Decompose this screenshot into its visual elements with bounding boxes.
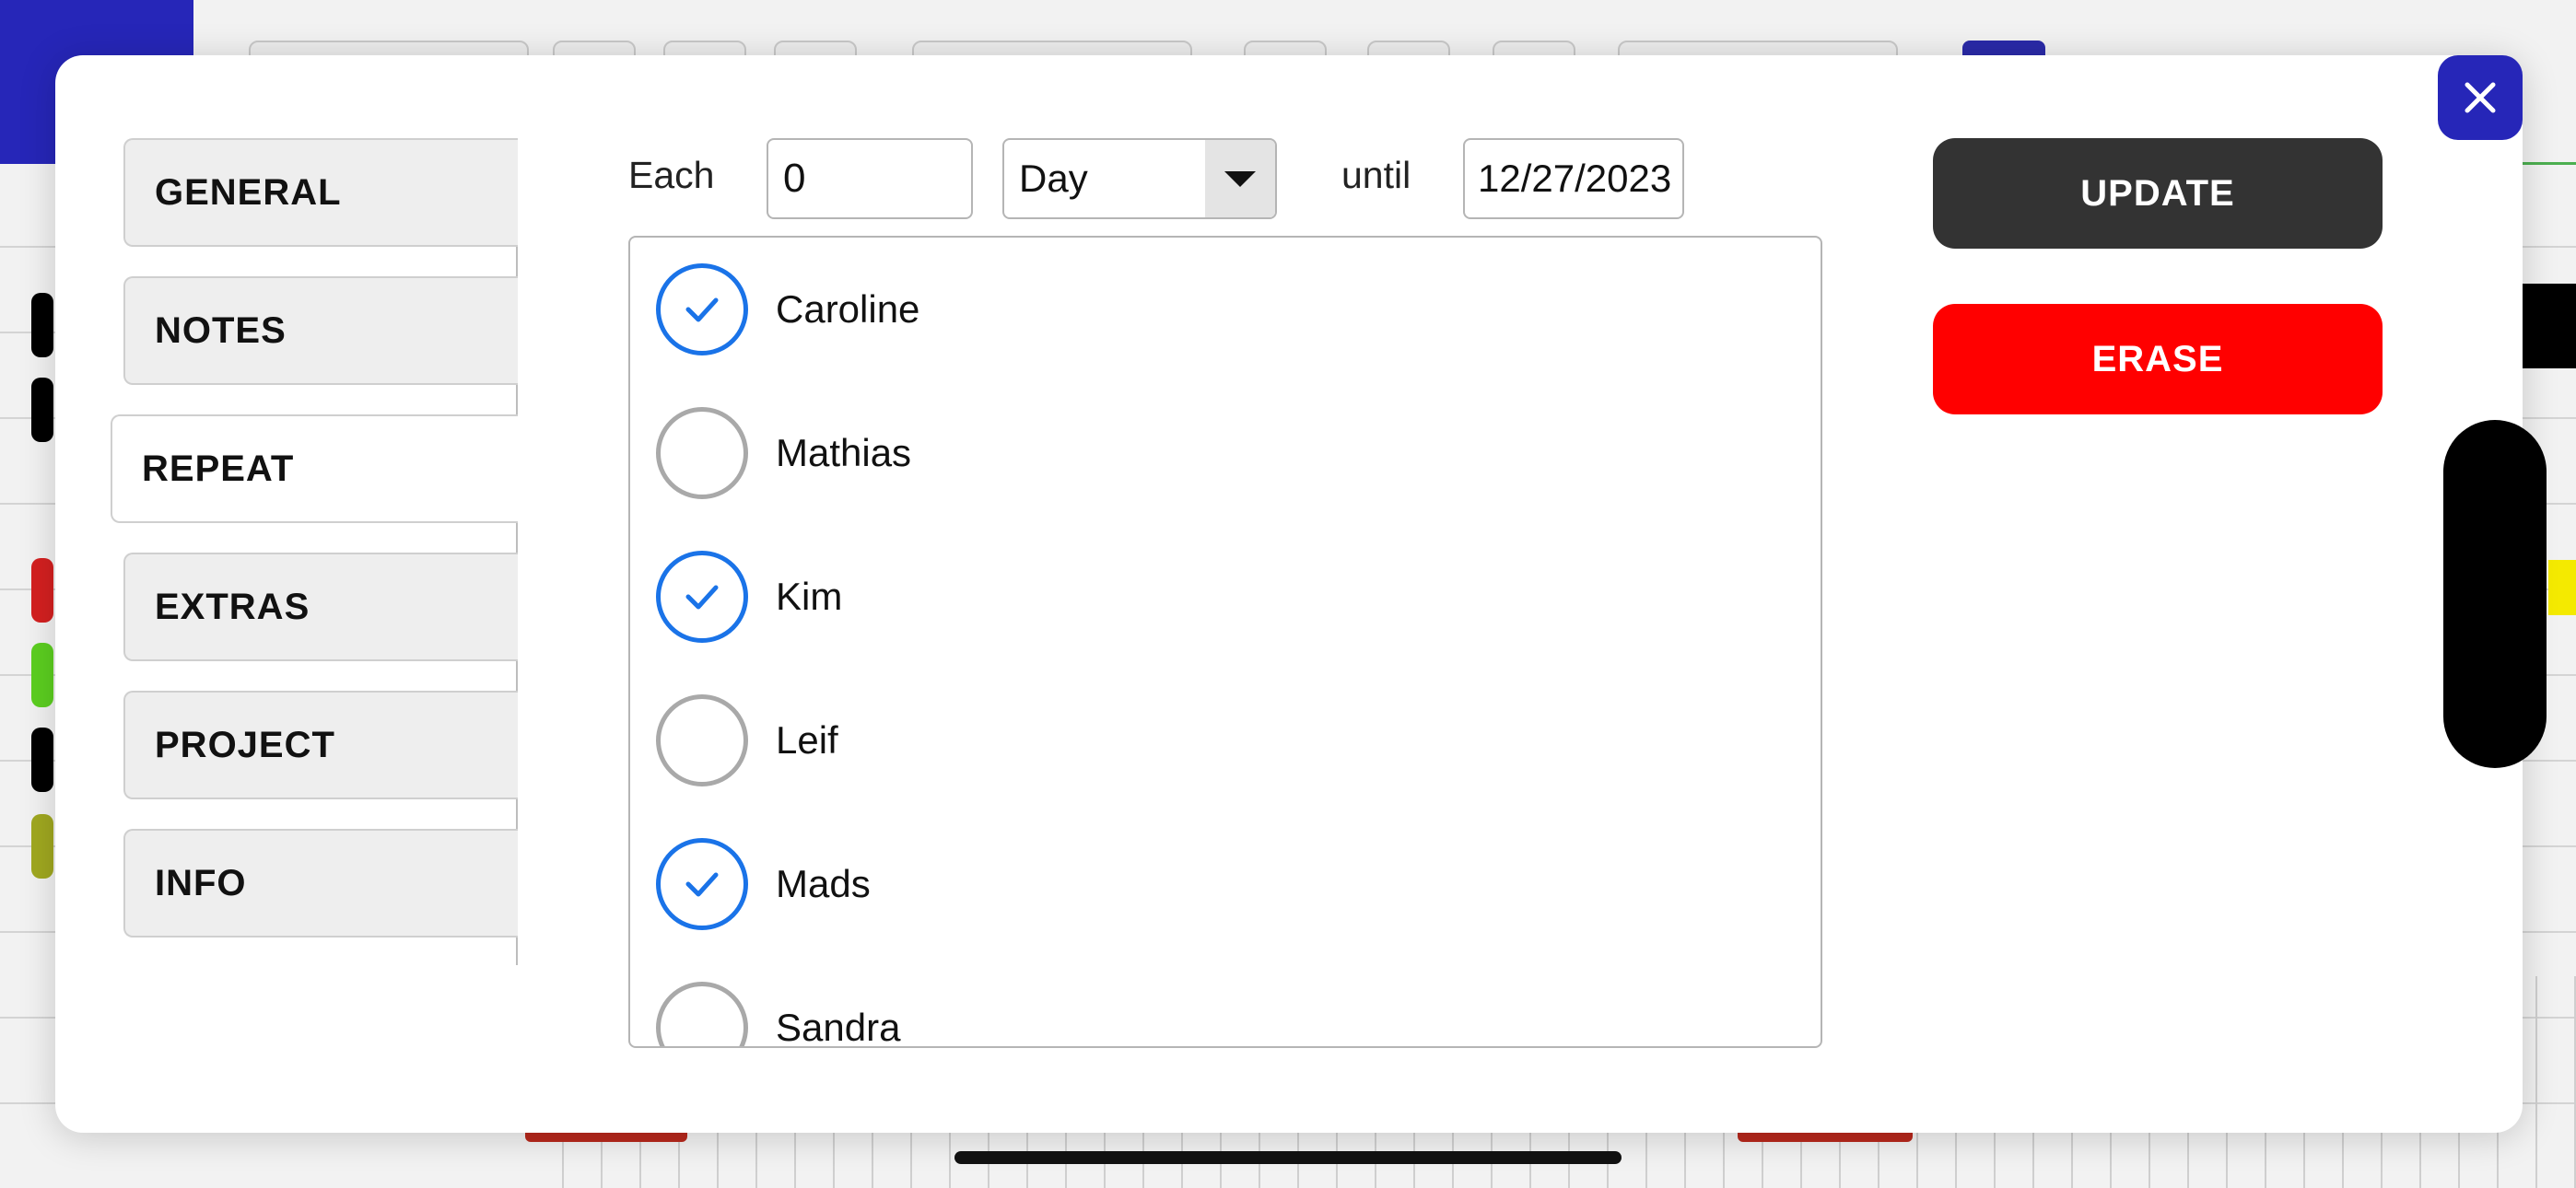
person-name: Mads bbox=[776, 862, 871, 905]
bg-divider bbox=[2521, 162, 2576, 165]
people-list[interactable]: Caroline Mathias Kim Leif Mads Sandra bbox=[628, 236, 1822, 1048]
chevron-down-icon bbox=[1205, 140, 1275, 217]
list-item[interactable]: Sandra bbox=[630, 956, 1821, 1048]
tab-label: NOTES bbox=[155, 309, 287, 351]
person-name: Leif bbox=[776, 718, 838, 762]
person-name: Mathias bbox=[776, 431, 912, 474]
person-name: Sandra bbox=[776, 1006, 901, 1048]
list-item[interactable]: Mads bbox=[630, 812, 1821, 956]
tab-info[interactable]: INFO bbox=[123, 829, 518, 938]
close-button[interactable] bbox=[2438, 55, 2523, 140]
bg-tag bbox=[31, 378, 53, 442]
side-handle[interactable] bbox=[2443, 420, 2547, 768]
bg-tag bbox=[31, 293, 53, 357]
tab-label: GENERAL bbox=[155, 171, 342, 213]
tab-notes[interactable]: NOTES bbox=[123, 276, 518, 385]
checkbox-unchecked[interactable] bbox=[656, 982, 748, 1046]
until-date-input[interactable]: 12/27/2023 bbox=[1463, 138, 1684, 219]
tab-label: INFO bbox=[155, 862, 247, 903]
bg-tag bbox=[31, 643, 53, 707]
bg-event-block bbox=[2548, 560, 2576, 615]
bg-event-block bbox=[2521, 284, 2576, 368]
bg-tag bbox=[31, 558, 53, 623]
until-date-value: 12/27/2023 bbox=[1478, 157, 1672, 200]
bg-tag bbox=[31, 728, 53, 792]
home-indicator[interactable] bbox=[954, 1151, 1622, 1164]
tab-project[interactable]: PROJECT bbox=[123, 691, 518, 799]
checkbox-checked[interactable] bbox=[656, 551, 748, 643]
update-button[interactable]: UPDATE bbox=[1933, 138, 2383, 249]
erase-label: ERASE bbox=[2091, 338, 2224, 379]
list-item[interactable]: Caroline bbox=[630, 238, 1821, 381]
interval-unit-value: Day bbox=[1019, 157, 1088, 200]
person-name: Caroline bbox=[776, 287, 920, 331]
check-icon bbox=[685, 872, 719, 897]
interval-unit-select[interactable]: Day bbox=[1002, 138, 1277, 219]
check-icon bbox=[685, 585, 719, 610]
repeat-dialog: GENERAL NOTES REPEAT EXTRAS PROJECT INFO… bbox=[55, 55, 2523, 1133]
checkbox-unchecked[interactable] bbox=[656, 694, 748, 786]
update-label: UPDATE bbox=[2080, 172, 2235, 214]
person-name: Kim bbox=[776, 575, 843, 618]
tab-label: EXTRAS bbox=[155, 586, 310, 627]
tab-label: REPEAT bbox=[142, 448, 295, 489]
tab-general[interactable]: GENERAL bbox=[123, 138, 518, 247]
tab-label: PROJECT bbox=[155, 724, 335, 765]
tab-extras[interactable]: EXTRAS bbox=[123, 553, 518, 661]
until-label: until bbox=[1341, 154, 1411, 196]
close-icon bbox=[2465, 82, 2496, 113]
erase-button[interactable]: ERASE bbox=[1933, 304, 2383, 414]
checkbox-unchecked[interactable] bbox=[656, 407, 748, 499]
list-item[interactable]: Leif bbox=[630, 669, 1821, 812]
each-label: Each bbox=[628, 154, 715, 196]
checkbox-checked[interactable] bbox=[656, 263, 748, 355]
interval-value: 0 bbox=[783, 156, 806, 201]
checkbox-checked[interactable] bbox=[656, 838, 748, 930]
tab-repeat[interactable]: REPEAT bbox=[111, 414, 518, 523]
interval-input[interactable]: 0 bbox=[767, 138, 973, 219]
list-item[interactable]: Kim bbox=[630, 525, 1821, 669]
check-icon bbox=[685, 297, 719, 322]
bg-tag bbox=[31, 814, 53, 879]
list-item[interactable]: Mathias bbox=[630, 381, 1821, 525]
